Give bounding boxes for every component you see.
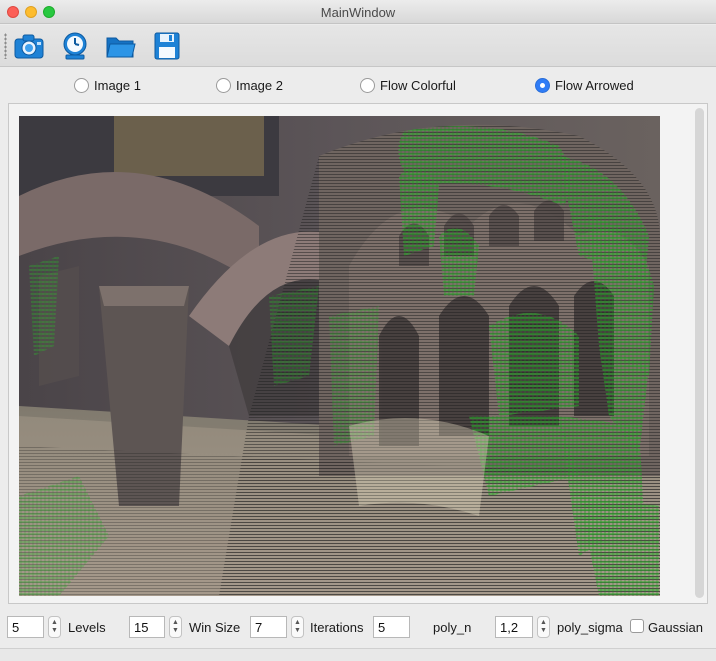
folder-open-icon	[106, 37, 136, 58]
radio-indicator	[216, 78, 231, 93]
clock-icon	[63, 32, 87, 60]
levels-label: Levels	[68, 620, 106, 635]
iterations-stepper[interactable]: ▲ ▼	[291, 616, 304, 638]
poly-sigma-stepper[interactable]: ▲ ▼	[537, 616, 550, 638]
iterations-spinbox[interactable]: ▲▼	[250, 616, 304, 638]
radio-flow-arrowed[interactable]: Flow Arrowed	[535, 78, 634, 93]
levels-input[interactable]	[7, 616, 44, 638]
radio-label: Image 2	[236, 78, 283, 93]
win-size-stepper[interactable]: ▲ ▼	[169, 616, 182, 638]
win-size-label: Win Size	[189, 620, 241, 635]
radio-image-1[interactable]: Image 1	[74, 78, 141, 93]
poly-sigma-input[interactable]	[495, 616, 533, 638]
iterations-label: Iterations	[310, 620, 364, 635]
poly-n-spinbox[interactable]	[373, 616, 410, 638]
levels-spinbox[interactable]: ▲▼	[7, 616, 61, 638]
poly-n-input[interactable]	[373, 616, 410, 638]
toolbar-grip[interactable]	[4, 33, 7, 59]
gaussian-checkbox[interactable]	[630, 619, 644, 633]
open-button[interactable]	[104, 30, 138, 62]
win-size-input[interactable]	[129, 616, 165, 638]
radio-flow-colorful[interactable]: Flow Colorful	[360, 78, 456, 93]
radio-image-2[interactable]: Image 2	[216, 78, 283, 93]
poly-sigma-label: poly_sigma	[557, 620, 623, 635]
toolbar	[0, 25, 716, 67]
radio-label: Flow Arrowed	[555, 78, 634, 93]
radio-indicator	[74, 78, 89, 93]
poly-sigma-spinbox[interactable]: ▲▼	[495, 616, 550, 638]
optical-flow-image	[19, 116, 660, 596]
image-scroll-area	[8, 103, 708, 604]
vertical-scrollbar[interactable]	[695, 108, 704, 598]
save-button[interactable]	[150, 30, 184, 62]
iterations-input[interactable]	[250, 616, 287, 638]
view-mode-group: Image 1 Image 2 Flow Colorful Flow Arrow…	[0, 78, 716, 100]
floppy-save-icon	[154, 32, 180, 60]
parameters-bar: ▲▼ Levels ▲▼ Win Size ▲▼ Iterations poly…	[0, 612, 716, 640]
title-bar: MainWindow	[0, 0, 716, 24]
camera-icon	[14, 34, 44, 59]
radio-label: Flow Colorful	[380, 78, 456, 93]
gaussian-label: Gaussian	[648, 620, 703, 635]
levels-stepper[interactable]: ▲ ▼	[48, 616, 61, 638]
win-size-spinbox[interactable]: ▲▼	[129, 616, 182, 638]
window-title: MainWindow	[320, 5, 396, 20]
capture-button[interactable]	[12, 30, 46, 62]
radio-label: Image 1	[94, 78, 141, 93]
status-bar	[0, 648, 716, 661]
history-button[interactable]	[58, 30, 92, 62]
radio-indicator	[360, 78, 375, 93]
radio-indicator-selected	[535, 78, 550, 93]
poly-n-label: poly_n	[433, 620, 472, 635]
